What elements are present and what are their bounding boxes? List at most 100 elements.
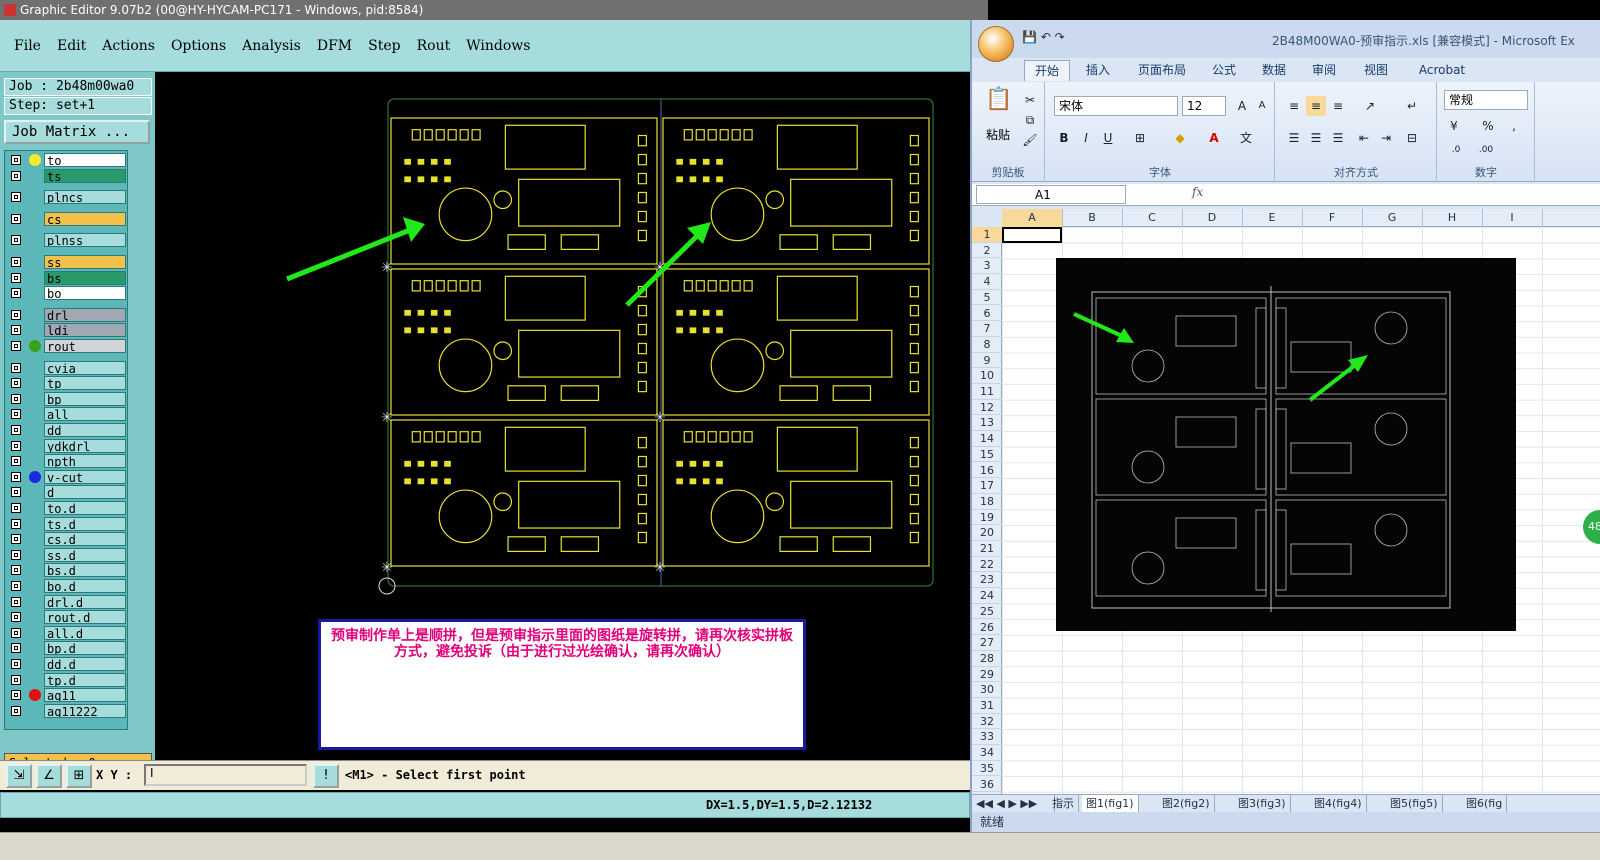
decrease-decimal-icon[interactable]: .00 (1476, 140, 1496, 160)
menu-file[interactable]: File (14, 38, 41, 54)
grow-font-icon[interactable]: A (1232, 96, 1252, 116)
row-header-27[interactable]: 27 (972, 635, 1002, 651)
menu-options[interactable]: Options (171, 38, 226, 54)
row-header-28[interactable]: 28 (972, 651, 1002, 667)
column-header-E[interactable]: E (1242, 209, 1303, 227)
row-header-2[interactable]: 2 (972, 243, 1002, 259)
row-header-23[interactable]: 23 (972, 572, 1002, 589)
layer-row-tp.d[interactable]: tp.d (9, 672, 127, 688)
layer-row-dd[interactable]: dd (9, 423, 127, 438)
layer-row-ss[interactable]: ss (9, 255, 127, 270)
row-header-3[interactable]: 3 (972, 258, 1002, 275)
layer-row-cs[interactable]: cs (9, 211, 127, 227)
layer-checkbox[interactable] (11, 549, 21, 560)
zoom-fit-icon[interactable]: ⇲ (6, 764, 32, 788)
font-size-select[interactable]: 12 (1182, 96, 1226, 116)
measure-icon[interactable]: ∠ (36, 764, 62, 788)
row-header-30[interactable]: 30 (972, 682, 1002, 698)
tab-home[interactable]: 开始 (1024, 60, 1070, 81)
layer-row-drl.d[interactable]: drl.d (9, 594, 127, 610)
layer-row-ts.d[interactable]: ts.d (9, 516, 127, 532)
increase-indent-icon[interactable]: ⇥ (1376, 128, 1396, 148)
layer-checkbox[interactable] (11, 503, 21, 513)
row-header-11[interactable]: 11 (972, 384, 1002, 400)
layer-row-to[interactable]: to (9, 153, 127, 168)
layer-checkbox[interactable] (11, 170, 21, 181)
row-header-21[interactable]: 21 (972, 541, 1002, 557)
save-icon[interactable]: 💾 (1022, 30, 1037, 44)
row-header-7[interactable]: 7 (972, 321, 1002, 337)
currency-icon[interactable]: ¥ (1444, 116, 1464, 136)
fx-icon[interactable]: fx (1192, 185, 1203, 199)
undo-icon[interactable]: ↶ (1041, 30, 1051, 44)
sheet-tab-0[interactable]: 指示 (1048, 795, 1079, 812)
column-header-H[interactable]: H (1422, 209, 1483, 227)
tab-insert[interactable]: 插入 (1076, 60, 1120, 80)
layer-checkbox[interactable] (11, 378, 21, 389)
layer-checkbox[interactable] (11, 341, 21, 351)
layer-checkbox[interactable] (11, 596, 21, 607)
column-header-F[interactable]: F (1302, 209, 1363, 227)
row-header-16[interactable]: 16 (972, 463, 1002, 479)
layer-row-d[interactable]: d (9, 485, 127, 500)
layer-checkbox[interactable] (11, 612, 21, 623)
layer-checkbox[interactable] (11, 440, 21, 451)
layer-row-ss.d[interactable]: ss.d (9, 547, 127, 563)
menu-actions[interactable]: Actions (102, 38, 155, 54)
layer-checkbox[interactable] (11, 627, 21, 638)
comma-icon[interactable]: , (1504, 116, 1524, 136)
row-header-32[interactable]: 32 (972, 714, 1002, 730)
row-header-29[interactable]: 29 (972, 667, 1002, 683)
sheet-tab-5[interactable]: 图5(fig5) (1386, 795, 1443, 812)
layer-checkbox[interactable] (11, 257, 21, 267)
number-format-select[interactable]: 常规 (1444, 90, 1528, 110)
layer-row-ydkdrl[interactable]: ydkdrl (9, 438, 127, 454)
layer-row-aq11[interactable]: aq11 (9, 688, 127, 703)
layer-row-to.d[interactable]: to.d (9, 501, 127, 516)
row-header-26[interactable]: 26 (972, 620, 1002, 636)
row-header-22[interactable]: 22 (972, 557, 1002, 573)
row-header-33[interactable]: 33 (972, 729, 1002, 746)
row-header-35[interactable]: 35 (972, 761, 1002, 777)
layer-row-cs.d[interactable]: cs.d (9, 532, 127, 547)
column-header-B[interactable]: B (1062, 209, 1123, 227)
column-header-A[interactable]: A (1002, 209, 1063, 227)
layer-row-ldi[interactable]: ldi (9, 323, 127, 338)
layer-row-bs.d[interactable]: bs.d (9, 563, 127, 578)
layer-checkbox[interactable] (11, 659, 21, 669)
row-header-14[interactable]: 14 (972, 431, 1002, 447)
italic-icon[interactable]: I (1076, 128, 1096, 148)
row-header-24[interactable]: 24 (972, 588, 1002, 604)
quick-access-toolbar[interactable]: 💾 ↶ ↷ (1022, 30, 1065, 44)
layer-row-v-cut[interactable]: v-cut (9, 469, 127, 485)
layer-row-bp.d[interactable]: bp.d (9, 641, 127, 656)
align-right-icon[interactable]: ☰ (1328, 128, 1348, 148)
align-center-icon[interactable]: ☰ (1306, 128, 1326, 148)
row-header-15[interactable]: 15 (972, 447, 1002, 463)
row-header-5[interactable]: 5 (972, 290, 1002, 306)
tab-data[interactable]: 数据 (1254, 60, 1294, 80)
row-header-4[interactable]: 4 (972, 274, 1002, 290)
layer-row-plnss[interactable]: plnss (9, 233, 127, 248)
layer-row-cvia[interactable]: cvia (9, 360, 127, 376)
font-color-icon[interactable]: A (1204, 128, 1224, 148)
active-cell[interactable] (1002, 227, 1062, 243)
row-header-9[interactable]: 9 (972, 353, 1002, 369)
sheet-tab-3[interactable]: 图3(fig3) (1234, 795, 1291, 812)
percent-icon[interactable]: % (1478, 116, 1498, 136)
layer-checkbox[interactable] (11, 425, 21, 435)
alert-icon[interactable]: ! (313, 764, 339, 788)
increase-decimal-icon[interactable]: .0 (1446, 140, 1466, 160)
layer-row-bs[interactable]: bs (9, 270, 127, 286)
shrink-font-icon[interactable]: A (1252, 96, 1272, 116)
layer-checkbox[interactable] (11, 456, 21, 467)
layer-row-all[interactable]: all (9, 407, 127, 422)
row-header-10[interactable]: 10 (972, 368, 1002, 384)
row-header-20[interactable]: 20 (972, 525, 1002, 541)
row-header-31[interactable]: 31 (972, 698, 1002, 714)
name-box[interactable]: A1 (976, 185, 1126, 204)
phonetic-icon[interactable]: 文 (1236, 128, 1256, 148)
layer-row-bo.d[interactable]: bo.d (9, 579, 127, 594)
row-header-18[interactable]: 18 (972, 494, 1002, 510)
layer-row-dd.d[interactable]: dd.d (9, 657, 127, 672)
